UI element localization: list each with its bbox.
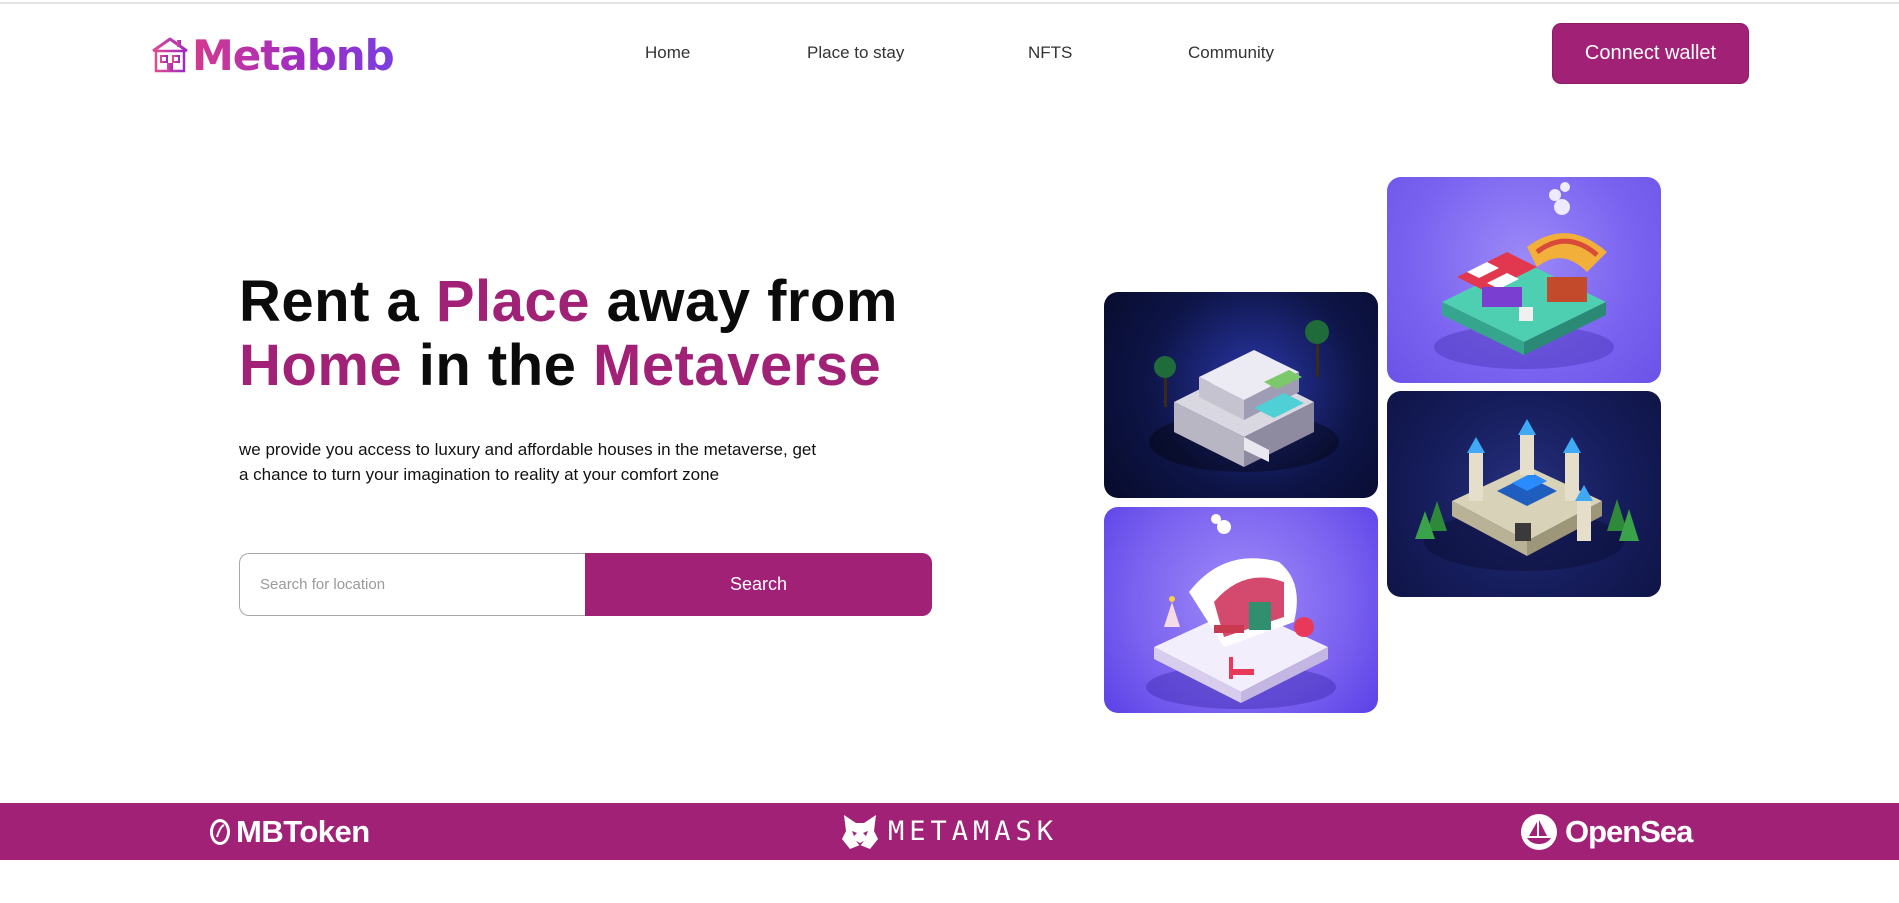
hero-title-part: Rent a bbox=[239, 269, 436, 334]
nav-nfts[interactable]: NFTS bbox=[1028, 43, 1072, 65]
house-icon bbox=[150, 35, 190, 75]
nav-place-to-stay[interactable]: Place to stay bbox=[807, 43, 904, 65]
partner-label: METAMASK bbox=[888, 816, 1059, 847]
partner-metamask[interactable]: METAMASK bbox=[842, 803, 1058, 860]
connect-wallet-button[interactable]: Connect wallet bbox=[1552, 23, 1749, 84]
nav-home[interactable]: Home bbox=[645, 43, 690, 65]
partner-mbtoken[interactable]: MBToken bbox=[208, 803, 370, 860]
hero-title-part: in the bbox=[402, 333, 594, 398]
hero-title-part: away from bbox=[589, 269, 898, 334]
snow-house-image bbox=[1104, 507, 1378, 713]
hero-title-accent: Metaverse bbox=[593, 333, 882, 398]
partner-opensea[interactable]: OpenSea bbox=[1521, 803, 1693, 860]
hero-title: Rent a Place away from Home in the Metav… bbox=[239, 270, 999, 398]
castle-image bbox=[1387, 391, 1661, 597]
sailboat-icon bbox=[1521, 813, 1557, 850]
brand-logo[interactable]: Metabnb bbox=[150, 30, 395, 80]
market-stall-image bbox=[1387, 177, 1661, 383]
location-search: Search bbox=[239, 553, 932, 616]
partner-label: MBToken bbox=[236, 813, 370, 849]
nav-community[interactable]: Community bbox=[1188, 43, 1274, 65]
top-divider bbox=[0, 2, 1899, 4]
search-button[interactable]: Search bbox=[585, 553, 932, 616]
partners-bar: MBToken METAMASK OpenSea bbox=[0, 803, 1899, 860]
search-input[interactable] bbox=[239, 553, 585, 616]
partner-label: OpenSea bbox=[1565, 813, 1693, 849]
modern-villa-image bbox=[1104, 292, 1378, 498]
fox-icon bbox=[842, 813, 878, 851]
hero-description: we provide you access to luxury and affo… bbox=[239, 440, 817, 484]
brand-name: Metabnb bbox=[192, 30, 395, 80]
hero-title-accent: Home bbox=[239, 333, 403, 398]
mbtoken-icon bbox=[208, 817, 232, 847]
hero-title-accent: Place bbox=[435, 269, 590, 334]
